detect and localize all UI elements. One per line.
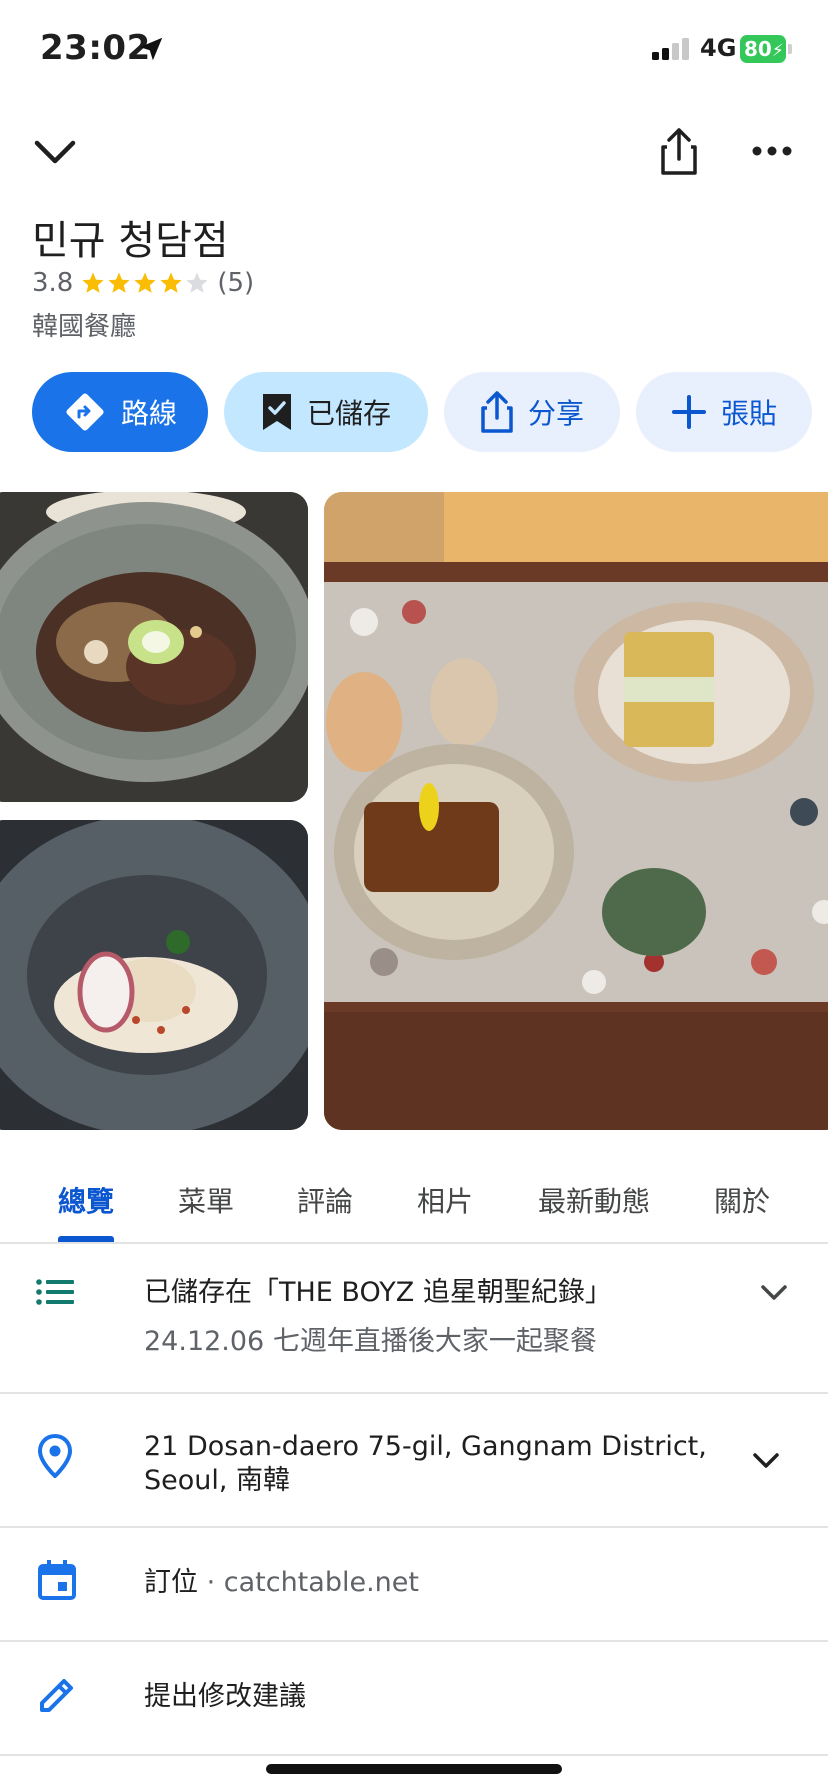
share-button[interactable]: 分享 <box>444 372 620 452</box>
saved-label: 已儲存 <box>306 397 391 430</box>
directions-icon <box>66 393 104 431</box>
rating-value: 3.8 <box>32 268 74 298</box>
saved-button[interactable]: 已儲存 <box>224 372 428 452</box>
tab-updates[interactable]: 最新動態 <box>538 1180 650 1220</box>
photo-beef-bowl[interactable] <box>0 492 308 802</box>
tab-reviews[interactable]: 評論 <box>297 1180 353 1220</box>
collapse-button[interactable] <box>30 130 80 174</box>
photo-tasting-plate[interactable] <box>324 492 828 1130</box>
tab-bar: 總覽 菜單 評論 相片 最新動態 關於 <box>0 1160 828 1244</box>
star-icon <box>160 272 182 293</box>
battery-indicator: 80⚡ <box>740 35 786 63</box>
directions-label: 路線 <box>120 397 177 430</box>
suggest-edit-row[interactable]: 提出修改建議 <box>0 1642 828 1756</box>
review-count: (5) <box>217 268 255 298</box>
bookmark-check-icon <box>262 394 291 430</box>
charging-icon: ⚡ <box>771 41 784 61</box>
address-line2: Seoul, 南韓 <box>144 1465 291 1496</box>
tab-menu[interactable]: 菜單 <box>178 1180 234 1220</box>
calendar-icon <box>38 1560 76 1604</box>
star-icon <box>108 272 130 293</box>
photo-squid-dish[interactable] <box>0 820 308 1130</box>
reservation-separator: · <box>198 1567 224 1598</box>
list-icon <box>36 1278 76 1310</box>
tab-about[interactable]: 關於 <box>714 1180 770 1220</box>
tab-overview[interactable]: 總覽 <box>58 1180 114 1220</box>
share-label: 分享 <box>527 397 584 430</box>
place-category: 韓國餐廳 <box>32 312 137 342</box>
home-indicator[interactable] <box>266 1764 562 1774</box>
status-bar: 23:02 4G 80⚡ <box>0 0 828 100</box>
tab-indicator <box>58 1236 114 1242</box>
battery-cap <box>788 44 792 54</box>
chevron-down-icon[interactable] <box>760 1284 788 1306</box>
plus-icon <box>671 395 706 429</box>
saved-list-row[interactable]: 已儲存在「THE BOYZ 追星朝聖紀錄」 24.12.06 七週年直播後大家一… <box>0 1244 828 1394</box>
share-icon <box>661 128 697 175</box>
saved-list-title: 已儲存在「THE BOYZ 追星朝聖紀錄」 <box>144 1277 612 1308</box>
tab-photos[interactable]: 相片 <box>417 1180 473 1220</box>
share-top-button[interactable] <box>654 124 704 180</box>
network-label: 4G <box>700 34 737 62</box>
directions-button[interactable]: 路線 <box>32 372 208 452</box>
address-row[interactable]: 21 Dosan-daero 75-gil, Gangnam District,… <box>0 1394 828 1528</box>
pencil-icon <box>38 1676 76 1718</box>
place-title: 민규 청담점 <box>32 218 229 264</box>
chevron-down-icon[interactable] <box>752 1452 780 1474</box>
chevron-down-icon <box>34 140 76 164</box>
star-icon <box>82 272 104 293</box>
share-icon <box>481 391 513 433</box>
star-icon <box>186 272 208 293</box>
more-icon <box>752 146 792 156</box>
rating-row[interactable]: 3.8 (5) <box>32 268 254 298</box>
pin-icon <box>37 1433 73 1482</box>
reservation-row[interactable]: 訂位 · catchtable.net <box>0 1528 828 1642</box>
star-icon <box>134 272 156 293</box>
more-options-button[interactable] <box>750 136 794 166</box>
sticker-label: 張貼 <box>720 397 777 430</box>
address-line1: 21 Dosan-daero 75-gil, Gangnam District, <box>144 1431 707 1462</box>
location-arrow-icon <box>136 34 166 68</box>
star-rating <box>81 271 209 295</box>
suggest-edit-label: 提出修改建議 <box>144 1681 306 1712</box>
saved-list-note: 24.12.06 七週年直播後大家一起聚餐 <box>144 1326 597 1357</box>
signal-icon <box>652 38 694 64</box>
reservation-label: 訂位 <box>144 1567 198 1598</box>
status-time: 23:02 <box>40 28 151 68</box>
battery-percent: 80 <box>744 37 772 61</box>
reservation-site[interactable]: catchtable.net <box>224 1567 419 1598</box>
sticker-button[interactable]: 張貼 <box>636 372 812 452</box>
